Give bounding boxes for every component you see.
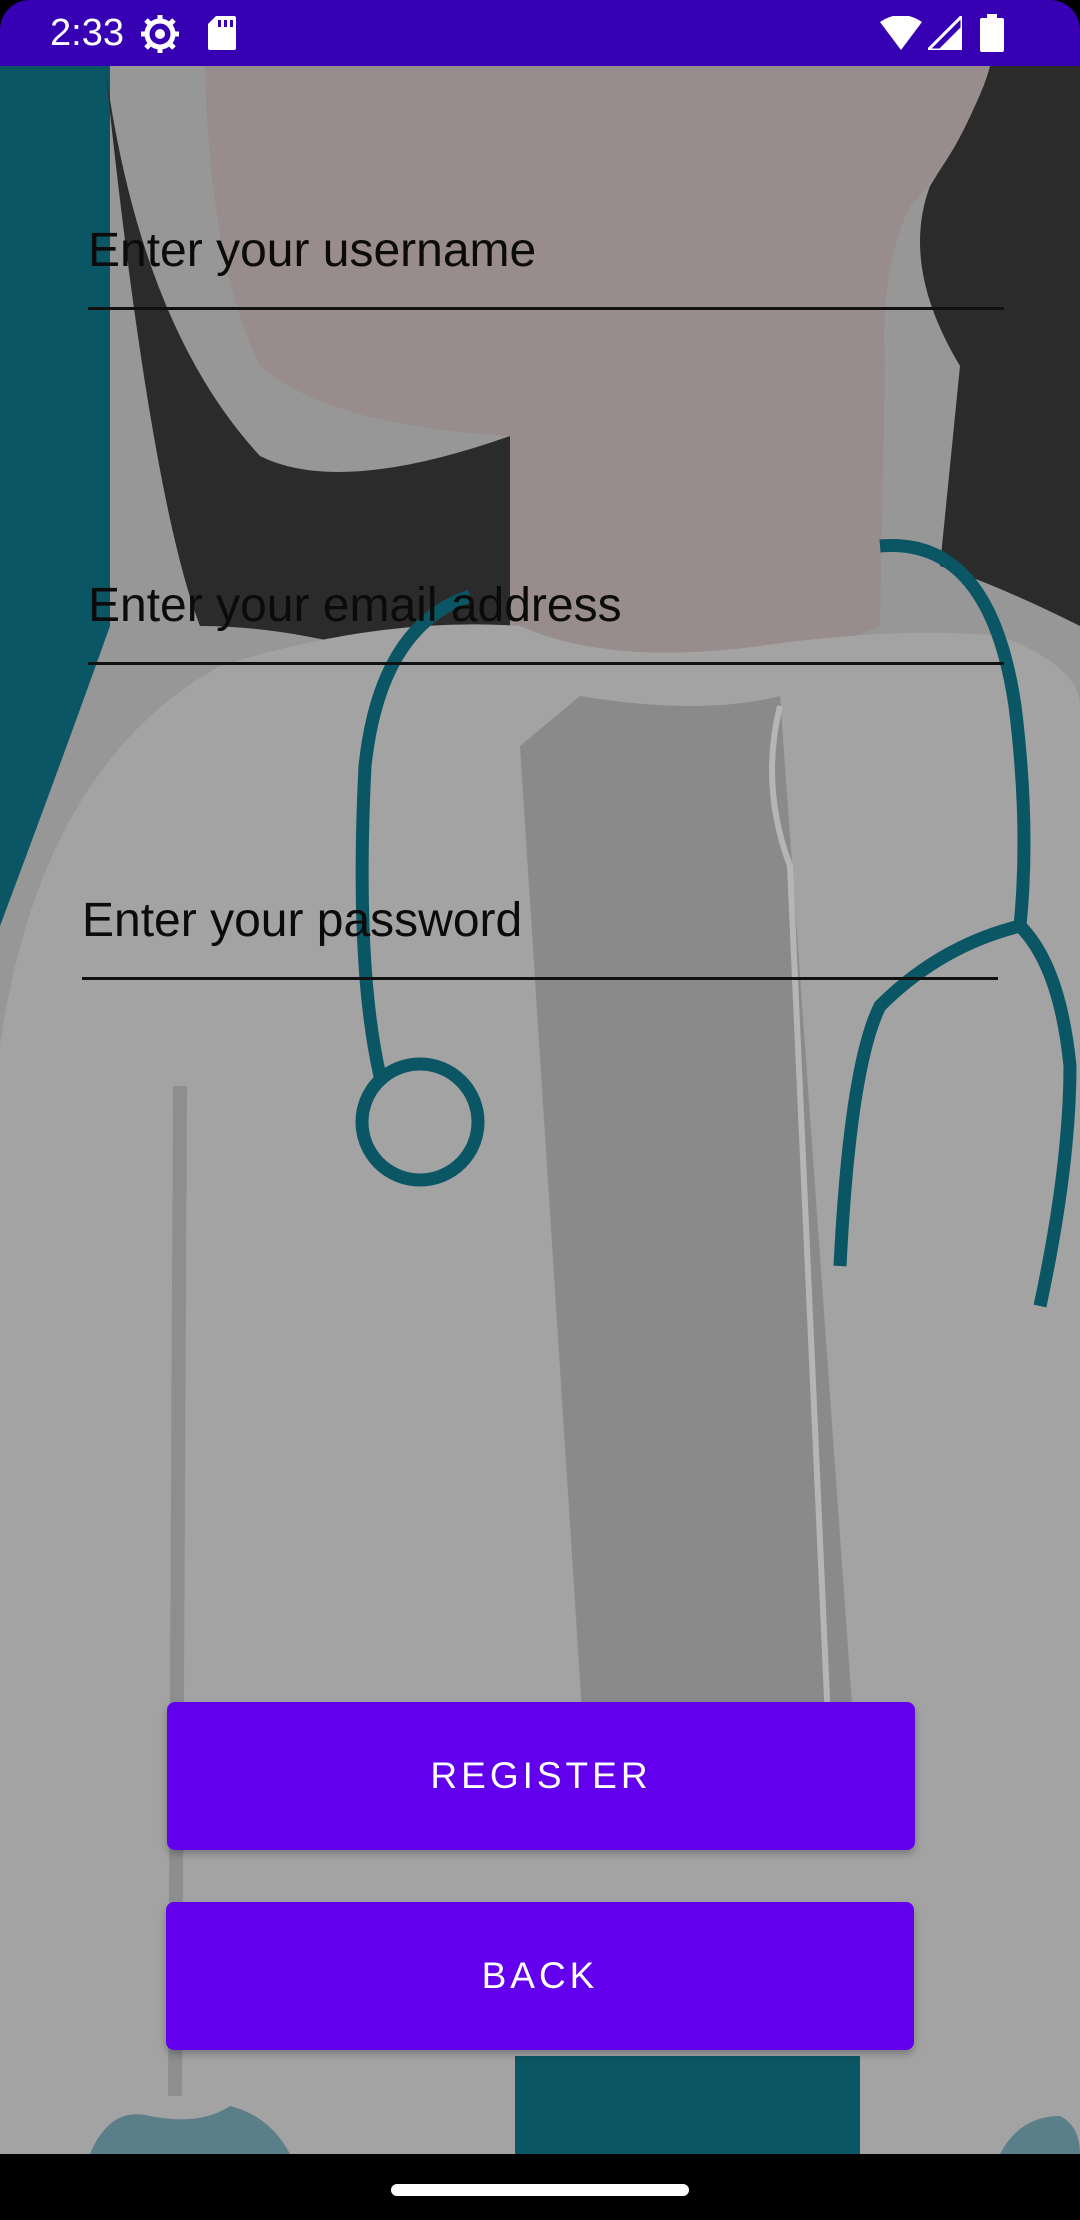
wifi-icon xyxy=(880,16,922,50)
battery-icon xyxy=(980,14,1004,52)
back-button[interactable]: BACK xyxy=(166,1902,914,2050)
home-gesture-handle[interactable] xyxy=(391,2184,689,2196)
username-input[interactable] xyxy=(88,200,1004,300)
sd-card-icon xyxy=(208,16,236,50)
cell-signal-icon xyxy=(928,16,962,50)
register-screen: REGISTER BACK xyxy=(0,66,1080,2154)
password-underline xyxy=(82,977,998,980)
settings-gear-icon xyxy=(141,15,179,53)
register-button[interactable]: REGISTER xyxy=(167,1702,915,1850)
email-input[interactable] xyxy=(88,555,1004,655)
navigation-bar xyxy=(0,2154,1080,2220)
username-field[interactable] xyxy=(88,200,1004,310)
password-field[interactable] xyxy=(82,870,998,980)
email-underline xyxy=(88,662,1004,665)
email-field[interactable] xyxy=(88,555,1004,665)
status-bar: 2:33 xyxy=(0,0,1080,66)
status-time: 2:33 xyxy=(50,12,124,54)
username-underline xyxy=(88,307,1004,310)
password-input[interactable] xyxy=(82,870,998,970)
